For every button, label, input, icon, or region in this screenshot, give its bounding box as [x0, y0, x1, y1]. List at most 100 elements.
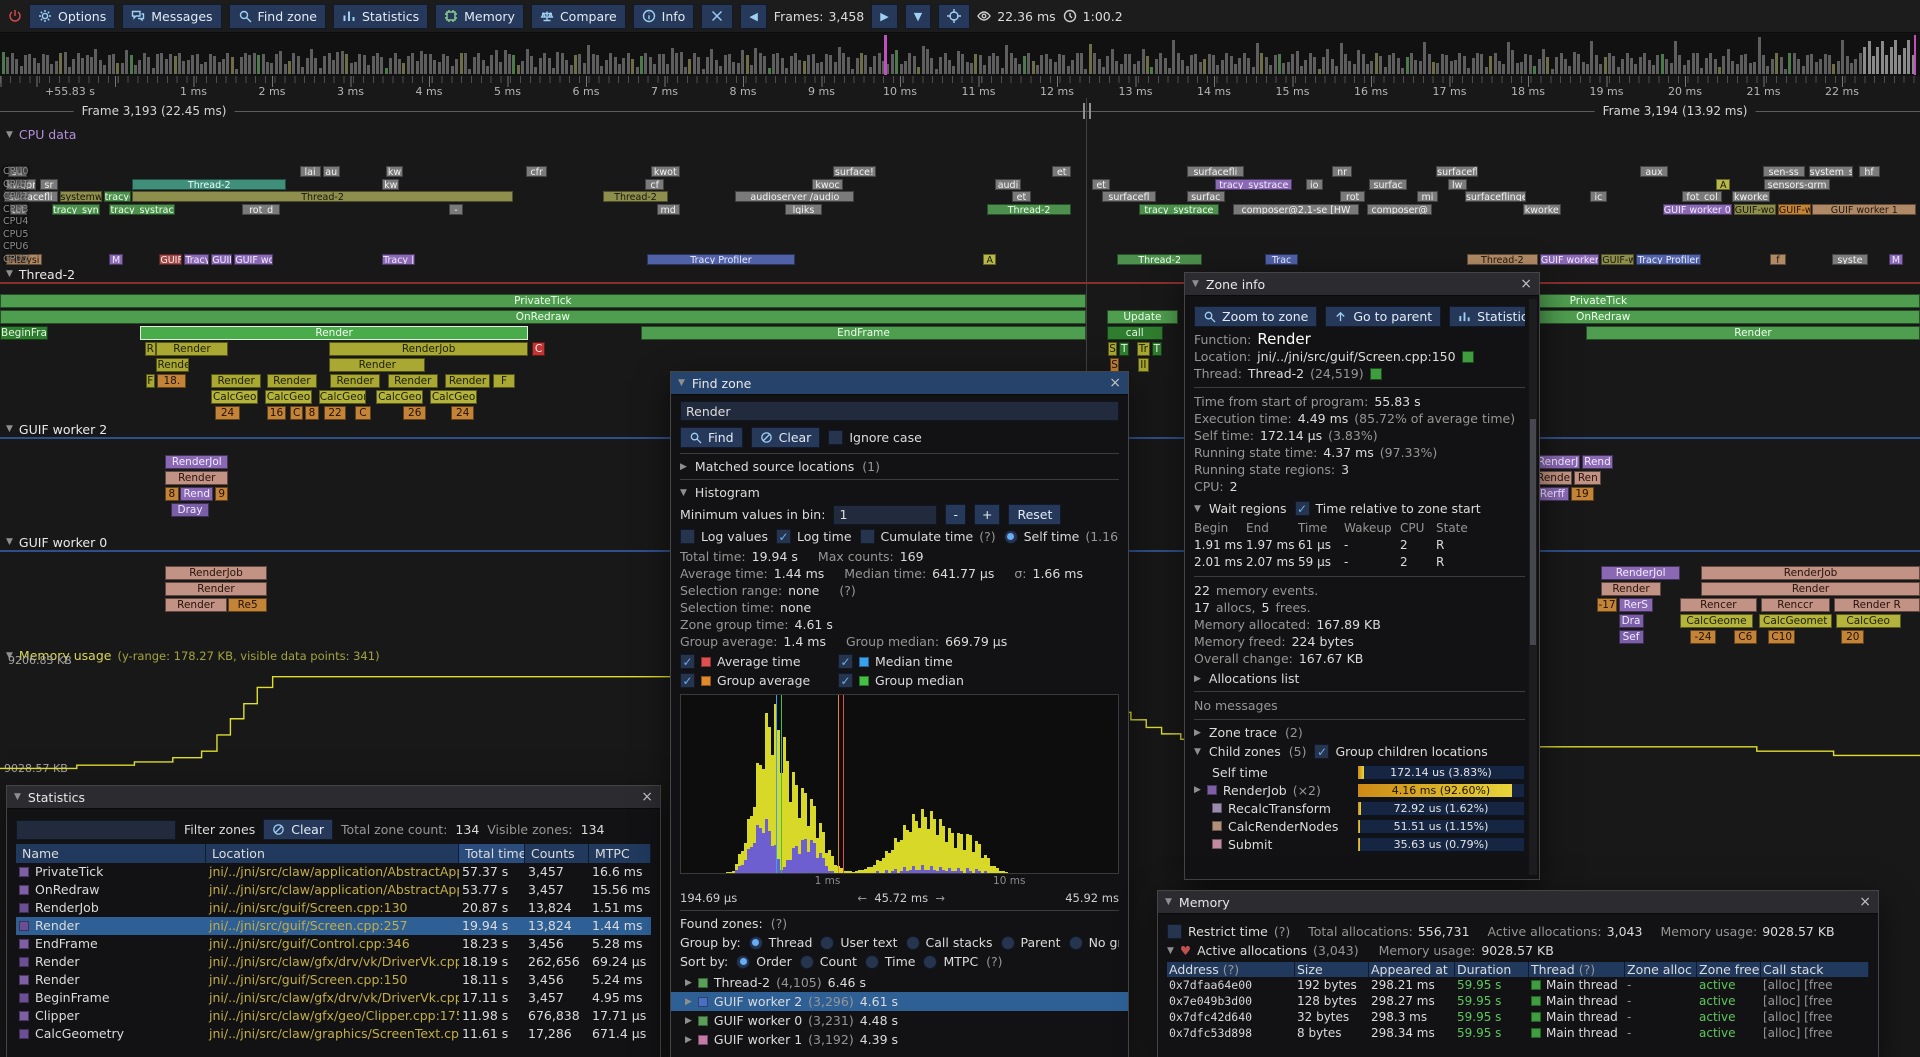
histogram-plot[interactable]: [680, 694, 1119, 874]
child-zone-row[interactable]: Self time172.14 us (3.83%): [1194, 763, 1525, 781]
table-row[interactable]: Clipperjni/../jni/src/claw/gfx/geo/Clipp…: [16, 1007, 651, 1025]
cpu-zone[interactable]: GUIF worker 2: [1540, 254, 1600, 265]
timeline-zone[interactable]: C: [532, 342, 545, 356]
timeline-zone[interactable]: Rende: [156, 358, 189, 372]
expand-icon[interactable]: ▶: [685, 997, 692, 1007]
cpu-zone[interactable]: Trac: [1265, 254, 1298, 265]
timeline-zone[interactable]: Render: [1536, 471, 1572, 485]
messages-button[interactable]: Messages: [122, 4, 221, 29]
timeline-zone[interactable]: RerS: [1619, 598, 1654, 612]
cpu-zone[interactable]: composer@: [1367, 204, 1432, 215]
cpu-zone[interactable]: aux: [1640, 166, 1669, 177]
log-time-checkbox[interactable]: ✓Log time: [776, 529, 852, 544]
cpu-zone[interactable]: A: [983, 254, 996, 265]
cpu-zone[interactable]: surfacefl: [1102, 191, 1156, 202]
collapse-icon[interactable]: ▼: [1192, 279, 1199, 289]
scrollbar[interactable]: [1529, 299, 1537, 875]
cpu-zone[interactable]: nr: [1332, 166, 1351, 177]
column-header[interactable]: Size: [1295, 962, 1369, 977]
timeline-zone[interactable]: C: [290, 406, 303, 420]
cpu-zone[interactable]: Thread-2: [987, 204, 1071, 215]
collapse-icon[interactable]: ▼: [6, 424, 13, 434]
timeline-zone[interactable]: C: [355, 406, 370, 420]
memory-titlebar[interactable]: ▼ Memory ×: [1158, 891, 1878, 914]
radio-option[interactable]: User text: [820, 935, 897, 950]
timeline-zone[interactable]: F: [146, 374, 155, 388]
radio-option[interactable]: Parent: [1001, 935, 1061, 950]
power-icon[interactable]: [8, 9, 22, 23]
timeline-zone[interactable]: RenderJol: [1601, 566, 1680, 580]
timeline-zone[interactable]: BeginFrame: [0, 326, 48, 340]
table-row[interactable]: BeginFramejni/../jni/src/claw/gfx/drv/vk…: [16, 989, 651, 1007]
address[interactable]: 0x7e049b3d00: [1167, 993, 1295, 1009]
timeline-zone[interactable]: Render: [165, 582, 267, 596]
collapse-icon[interactable]: ▼: [6, 130, 13, 140]
cpu-zone[interactable]: tracy_syn: [52, 204, 100, 215]
column-header[interactable]: Call stack: [1761, 962, 1869, 977]
goto-frame-button[interactable]: [938, 4, 970, 29]
cpu-zone[interactable]: Tracy Profiler: [647, 254, 795, 265]
wait-region-row[interactable]: 1.91 ms1.97 ms61 μs-2R: [1194, 537, 1525, 554]
expand-icon[interactable]: ▶: [1194, 674, 1201, 684]
timeline-zone[interactable]: Rencer: [1680, 598, 1757, 612]
timeline-zone[interactable]: Render: [388, 374, 438, 388]
find-button[interactable]: Find: [680, 427, 743, 448]
column-header[interactable]: MTPC: [589, 844, 651, 863]
timeline-zone[interactable]: Tr: [1137, 342, 1150, 356]
cpu-zone[interactable]: sen-ss: [1763, 166, 1805, 177]
call-stack[interactable]: [alloc] [free: [1761, 1009, 1869, 1025]
column-header[interactable]: Name: [16, 844, 206, 863]
timeline-zone[interactable]: 16: [267, 406, 286, 420]
cpu-zone[interactable]: Thread-2: [603, 191, 668, 202]
timeline-zone[interactable]: -17: [1597, 598, 1616, 612]
timeline-zone[interactable]: Render: [445, 374, 489, 388]
collapse-icon[interactable]: ▼: [6, 269, 13, 279]
radio-option[interactable]: Thread: [749, 935, 813, 950]
timeline-zone[interactable]: Render: [211, 374, 261, 388]
cpu-zone[interactable]: lgiks: [785, 204, 821, 215]
cpu-zone[interactable]: ic: [1590, 191, 1607, 202]
address[interactable]: 0x7dfaa64e00: [1167, 977, 1295, 993]
legend-item[interactable]: ✓Group median: [838, 673, 988, 688]
timeline-zone[interactable]: Rend: [1582, 455, 1613, 469]
appeared-at[interactable]: 298.34 ms: [1369, 1025, 1455, 1041]
zoom-to-zone-button[interactable]: Zoom to zone: [1194, 306, 1317, 327]
expand-icon[interactable]: ▶: [680, 462, 687, 472]
cpu-zone[interactable]: lw: [1448, 179, 1467, 190]
call-stack[interactable]: [alloc] [free: [1761, 977, 1869, 993]
cpu-zone[interactable]: syste: [1832, 254, 1868, 265]
cpu-zone[interactable]: io: [1306, 179, 1323, 190]
matched-locations-row[interactable]: ▶ Matched source locations (1): [680, 459, 1119, 474]
collapse-icon[interactable]: ▼: [14, 792, 21, 802]
frame-menu-button[interactable]: ▼: [905, 4, 931, 29]
self-time-radio[interactable]: Self time(1.16%): [1004, 529, 1119, 544]
cpu-zone[interactable]: lai: [300, 166, 321, 177]
timeline-zone[interactable]: 20: [1841, 630, 1864, 644]
timeline-zone[interactable]: Dray: [171, 503, 209, 517]
close-icon[interactable]: ×: [641, 790, 653, 804]
timeline-zone[interactable]: RenderJob: [329, 342, 528, 356]
cpu-zone[interactable]: GUIF-w: [1601, 254, 1634, 265]
call-stack[interactable]: [alloc] [free: [1761, 993, 1869, 1009]
cpu-zone[interactable]: Thread-2: [132, 191, 512, 202]
timeline-zone[interactable]: 9: [215, 487, 228, 501]
allocation-row[interactable]: 0x7e049b3d00128 bytes298.27 ms59.95 sMai…: [1167, 993, 1869, 1009]
cpu-zone[interactable]: surfaceflin: [1436, 166, 1478, 177]
allocation-row[interactable]: 0x7dfc42d64032 bytes298.3 ms59.95 sMain …: [1167, 1009, 1869, 1025]
cpu-zone[interactable]: Tracy Profiler: [1636, 254, 1701, 265]
cpu-zone[interactable]: md: [657, 204, 680, 215]
timeline-zone[interactable]: T: [1152, 342, 1162, 356]
timeline-zone[interactable]: 24: [215, 406, 240, 420]
timeline-zone[interactable]: Sef: [1619, 630, 1644, 644]
allocation-row[interactable]: 0x7dfaa64e00192 bytes298.21 ms59.95 sMai…: [1167, 977, 1869, 993]
cpu-zone[interactable]: Tracy |: [382, 254, 415, 265]
cpu-zone[interactable]: A: [1716, 179, 1729, 190]
timeline-zone[interactable]: 26: [403, 406, 426, 420]
cpu-zone[interactable]: Thread-2: [1117, 254, 1201, 265]
column-header[interactable]: Zone free: [1697, 962, 1761, 977]
memory-button[interactable]: Memory: [435, 4, 524, 29]
timeline-zone[interactable]: S: [1108, 342, 1118, 356]
filter-zones-input[interactable]: [16, 820, 176, 840]
column-header[interactable]: Total time: [459, 844, 525, 863]
cpu-zone[interactable]: sr: [40, 179, 57, 190]
